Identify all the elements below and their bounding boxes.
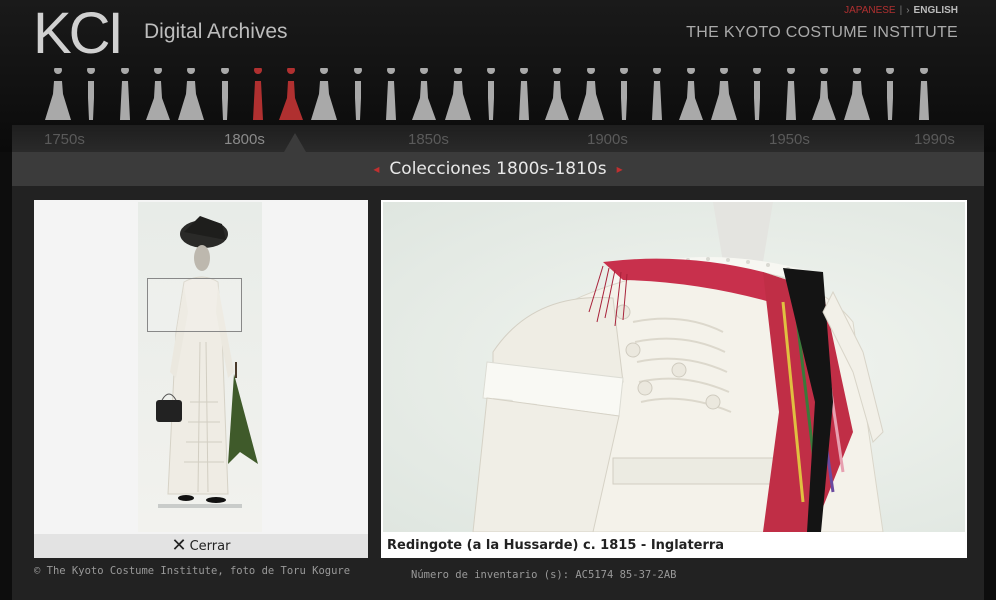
timeline-figure-18[interactable] xyxy=(610,66,638,124)
timeline-figure-14[interactable] xyxy=(477,66,505,124)
redingote-full-figure-image xyxy=(156,216,258,508)
inventory-number: Número de inventario (s): AC5174 85-37-2… xyxy=(411,569,677,581)
site-subtitle: Digital Archives xyxy=(144,20,288,43)
timeline-figure-11[interactable] xyxy=(377,66,405,124)
era-label-1750s[interactable]: 1750s xyxy=(44,131,85,148)
lang-separator: | xyxy=(899,5,903,16)
timeline-figure-22[interactable] xyxy=(743,66,771,124)
timeline-figure-17[interactable] xyxy=(577,66,605,124)
timeline-figure-26[interactable] xyxy=(876,66,904,124)
timeline-figure-1[interactable] xyxy=(44,66,72,124)
site-header: KCI Digital Archives JAPANESE | › ENGLISH T… xyxy=(0,0,996,152)
next-collection-arrow-icon[interactable]: ▸ xyxy=(617,162,623,176)
garment-caption: Redingote (a la Hussarde) c. 1815 - Ingl… xyxy=(387,538,725,553)
institute-name: THE KYOTO COSTUME INSTITUTE xyxy=(686,24,958,41)
era-label-1950s[interactable]: 1950s xyxy=(769,131,810,148)
redingote-detail-image xyxy=(472,202,884,532)
timeline-figure-2[interactable] xyxy=(77,66,105,124)
timeline-figure-21[interactable] xyxy=(710,66,738,124)
timeline-figure-3[interactable] xyxy=(111,66,139,124)
photo-copyright: © The Kyoto Costume Institute, foto de T… xyxy=(34,565,351,577)
timeline-figure-27[interactable] xyxy=(910,66,938,124)
thumbnail-panel: ✕ Cerrar xyxy=(34,200,368,558)
viewer-area: ✕ Cerrar Redingote (a la Hussarde) c. 18… xyxy=(12,186,984,600)
timeline-figure-25[interactable] xyxy=(843,66,871,124)
timeline-figure-5[interactable] xyxy=(177,66,205,124)
era-label-1900s[interactable]: 1900s xyxy=(587,131,628,148)
timeline-figure-7[interactable] xyxy=(244,66,272,124)
timeline-figure-23[interactable] xyxy=(777,66,805,124)
timeline-figure-16[interactable] xyxy=(543,66,571,124)
timeline-figure-15[interactable] xyxy=(510,66,538,124)
timeline-figure-9[interactable] xyxy=(310,66,338,124)
zoomed-detail-image[interactable] xyxy=(383,202,965,532)
close-label: Cerrar xyxy=(189,538,231,554)
kci-logo[interactable]: KCI xyxy=(33,4,124,64)
full-figure-thumbnail[interactable] xyxy=(138,202,262,532)
timeline-figure-12[interactable] xyxy=(410,66,438,124)
zoom-selection-box[interactable] xyxy=(147,278,242,332)
timeline-figure-6[interactable] xyxy=(211,66,239,124)
timeline-figure-13[interactable] xyxy=(444,66,472,124)
timeline-figure-10[interactable] xyxy=(344,66,372,124)
collection-title: Colecciones 1800s-1810s xyxy=(389,159,607,179)
era-label-1800s[interactable]: 1800s xyxy=(224,131,265,148)
prev-collection-arrow-icon[interactable]: ◂ xyxy=(373,162,379,176)
chevron-right-icon: › xyxy=(906,5,910,16)
lang-english-link[interactable]: ENGLISH xyxy=(914,5,958,16)
timeline-figure-4[interactable] xyxy=(144,66,172,124)
era-pointer-icon xyxy=(284,133,306,152)
timeline-figure-8[interactable] xyxy=(277,66,305,124)
era-row: 1750s 1800s 1850s 1900s 1950s 1990s xyxy=(12,125,984,152)
lang-japanese-link[interactable]: JAPANESE xyxy=(844,5,896,16)
detail-panel: Redingote (a la Hussarde) c. 1815 - Ingl… xyxy=(381,200,967,558)
timeline-figure-24[interactable] xyxy=(810,66,838,124)
collection-bar: ◂ Colecciones 1800s-1810s ▸ xyxy=(12,152,984,186)
era-label-1850s[interactable]: 1850s xyxy=(408,131,449,148)
timeline-figure-19[interactable] xyxy=(643,66,671,124)
timeline-figure-20[interactable] xyxy=(677,66,705,124)
language-switcher: JAPANESE | › ENGLISH xyxy=(844,5,958,16)
close-button[interactable]: ✕ Cerrar xyxy=(34,534,368,558)
era-label-1990s[interactable]: 1990s xyxy=(914,131,955,148)
close-icon: ✕ xyxy=(171,535,187,556)
costume-timeline xyxy=(44,66,964,124)
